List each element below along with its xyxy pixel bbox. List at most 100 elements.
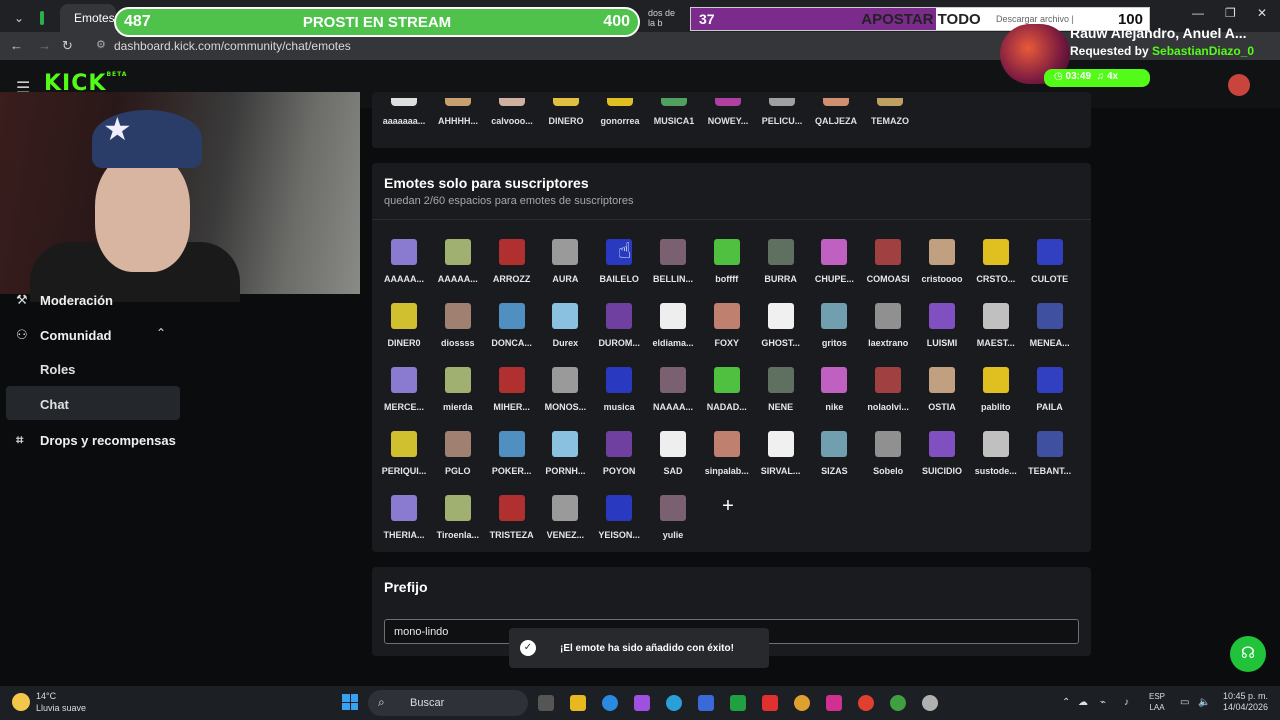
emote-item[interactable]: sinpalab... (701, 425, 753, 485)
emote-item[interactable]: MUSICA1 (648, 98, 700, 126)
emote-item[interactable]: AHHHH... (432, 98, 484, 126)
taskbar-search[interactable]: ⌕ Buscar (368, 690, 528, 716)
support-button[interactable]: ☊ (1230, 636, 1266, 672)
emote-item[interactable]: mierda (432, 361, 484, 421)
emote-item[interactable]: MAEST... (970, 297, 1022, 357)
emote-item[interactable]: nike (808, 361, 860, 421)
emote-item[interactable]: PORNH... (539, 425, 591, 485)
microphone-icon[interactable]: ♪ (1124, 697, 1129, 708)
emote-item[interactable]: THERIA... (378, 489, 430, 549)
emote-item[interactable]: POKER... (486, 425, 538, 485)
minimize-icon[interactable]: — (1192, 6, 1204, 20)
wps-icon[interactable] (762, 695, 778, 711)
emote-item[interactable]: FOXY (701, 297, 753, 357)
site-info-icon[interactable]: ⚙ (96, 38, 106, 51)
tab-menu-button[interactable]: ⌄ (6, 4, 26, 32)
emote-item[interactable]: cristoooo (916, 233, 968, 293)
emote-item[interactable]: DUROM... (593, 297, 645, 357)
emote-item[interactable]: AURA (539, 233, 591, 293)
store-icon[interactable] (698, 695, 714, 711)
chrome-icon[interactable] (858, 695, 874, 711)
close-icon[interactable]: ✕ (1257, 6, 1267, 20)
sidebar-item-chat[interactable]: Chat (40, 397, 69, 412)
volume-icon[interactable]: 🔈 (1198, 697, 1210, 708)
chevron-up-icon[interactable]: ⌃ (1062, 697, 1070, 708)
emote-item[interactable]: BELLIN... (647, 233, 699, 293)
edge-icon[interactable] (602, 695, 618, 711)
emote-item[interactable]: nolaolvi... (862, 361, 914, 421)
emote-item[interactable]: DINER0 (378, 297, 430, 357)
emote-item[interactable]: NAAAA... (647, 361, 699, 421)
emote-item[interactable]: pablito (970, 361, 1022, 421)
emote-item[interactable]: SUICIDIO (916, 425, 968, 485)
add-emote-button[interactable]: + (716, 494, 740, 518)
emote-item[interactable]: NENE (755, 361, 807, 421)
emote-item[interactable]: diossss (432, 297, 484, 357)
emote-item[interactable]: GHOST... (755, 297, 807, 357)
emote-item[interactable]: QALJEZA (810, 98, 862, 126)
reload-icon[interactable]: ↻ (62, 38, 73, 54)
emote-item[interactable]: Durex (539, 297, 591, 357)
tab-emotes[interactable]: Emotes (60, 4, 116, 32)
network-icon[interactable]: ⌁ (1100, 697, 1106, 708)
emote-item[interactable]: MIHER... (486, 361, 538, 421)
emote-item[interactable]: yulie (647, 489, 699, 549)
sidebar-item-moderacion[interactable]: ⚒ Moderación (16, 292, 113, 308)
emote-item[interactable]: PAILA (1024, 361, 1076, 421)
emote-item[interactable]: PGLO (432, 425, 484, 485)
emote-item[interactable]: TRISTEZA (486, 489, 538, 549)
emote-item[interactable]: CULOTE (1024, 233, 1076, 293)
emote-item[interactable]: calvooo... (486, 98, 538, 126)
emote-item[interactable]: MERCE... (378, 361, 430, 421)
onedrive-icon[interactable]: ☁ (1078, 697, 1088, 708)
emote-item[interactable]: Sobelo (862, 425, 914, 485)
emote-item[interactable]: BURRA (755, 233, 807, 293)
emote-item[interactable]: DONCA... (486, 297, 538, 357)
emote-item[interactable]: gritos (808, 297, 860, 357)
sidebar-item-roles[interactable]: Roles (40, 362, 75, 377)
maximize-icon[interactable]: ❐ (1225, 6, 1236, 20)
instagram-icon[interactable] (826, 695, 842, 711)
emote-item[interactable]: YEISON... (593, 489, 645, 549)
emote-item[interactable]: Tiroenla... (432, 489, 484, 549)
emote-item[interactable]: SIZAS (808, 425, 860, 485)
emote-item[interactable]: DINERO (540, 98, 592, 126)
settings-icon[interactable] (922, 695, 938, 711)
chevron-up-icon[interactable]: ⌃ (156, 326, 166, 340)
emote-item[interactable]: TEMAZO (864, 98, 916, 126)
emote-item[interactable]: COMOASI (862, 233, 914, 293)
sidebar-item-comunidad[interactable]: ⚇ Comunidad (16, 327, 112, 343)
task-view-icon[interactable] (538, 695, 554, 711)
emote-item[interactable]: NADAD... (701, 361, 753, 421)
emote-item[interactable]: PELICU... (756, 98, 808, 126)
emote-item[interactable]: NOWEY... (702, 98, 754, 126)
emote-item[interactable]: sustode... (970, 425, 1022, 485)
emote-item[interactable]: POYON (593, 425, 645, 485)
telegram-icon[interactable] (666, 695, 682, 711)
emote-item[interactable]: CRSTO... (970, 233, 1022, 293)
language-indicator[interactable]: ESP LAA (1149, 691, 1165, 713)
emote-item[interactable]: ARROZZ (486, 233, 538, 293)
taskbar-clock[interactable]: 10:45 p. m. 14/04/2026 (1218, 691, 1268, 713)
emote-item[interactable]: MONOS... (539, 361, 591, 421)
sidebar-item-drops[interactable]: ⌗ Drops y recompensas (16, 432, 176, 448)
emote-item[interactable]: eldiama... (647, 297, 699, 357)
emote-item[interactable]: aaaaaaa... (378, 98, 430, 126)
emote-item[interactable]: musica (593, 361, 645, 421)
emote-item[interactable]: CHUPE... (808, 233, 860, 293)
chrome-profile-icon[interactable] (890, 695, 906, 711)
tab-other[interactable]: dos de la b (640, 4, 690, 32)
xbox-icon[interactable] (730, 695, 746, 711)
emote-item[interactable]: SAD (647, 425, 699, 485)
emote-item[interactable]: AAAAA... (432, 233, 484, 293)
emote-item[interactable]: PERIQUI... (378, 425, 430, 485)
emote-item[interactable]: laextrano (862, 297, 914, 357)
emote-item[interactable]: AAAAA... (378, 233, 430, 293)
back-icon[interactable]: ← (10, 38, 23, 53)
windows-start-icon[interactable] (342, 694, 358, 710)
emote-item[interactable]: VENEZ... (539, 489, 591, 549)
copilot-icon[interactable] (634, 695, 650, 711)
emote-item[interactable]: boffff (701, 233, 753, 293)
emote-item[interactable]: LUISMI (916, 297, 968, 357)
emote-item[interactable]: SIRVAL... (755, 425, 807, 485)
